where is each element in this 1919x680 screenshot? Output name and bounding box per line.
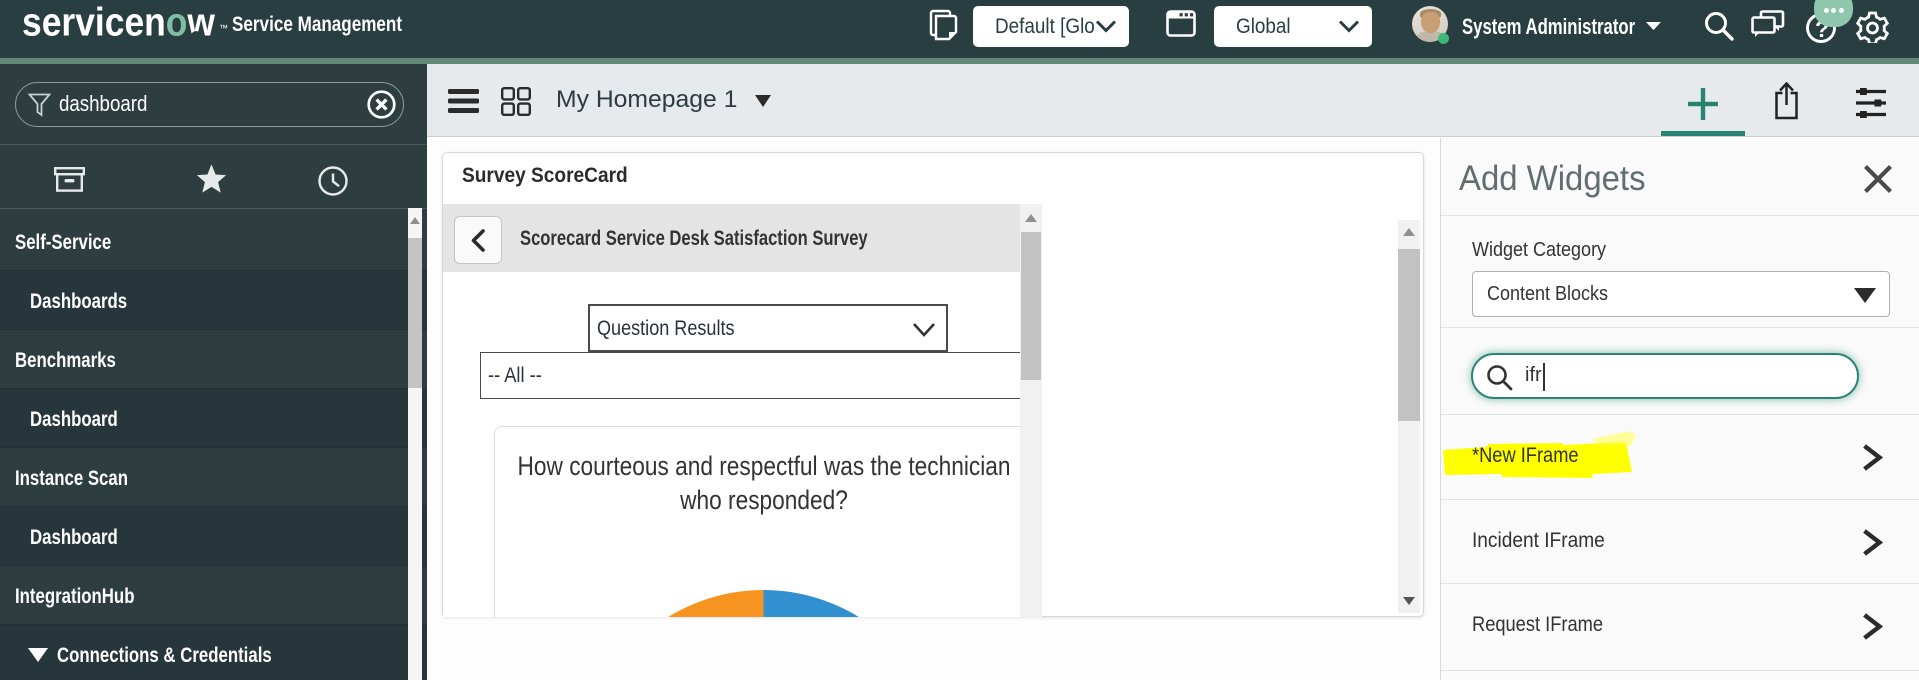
svg-text:servicenow: servicenow bbox=[22, 1, 216, 45]
svg-text:™: ™ bbox=[219, 23, 228, 33]
